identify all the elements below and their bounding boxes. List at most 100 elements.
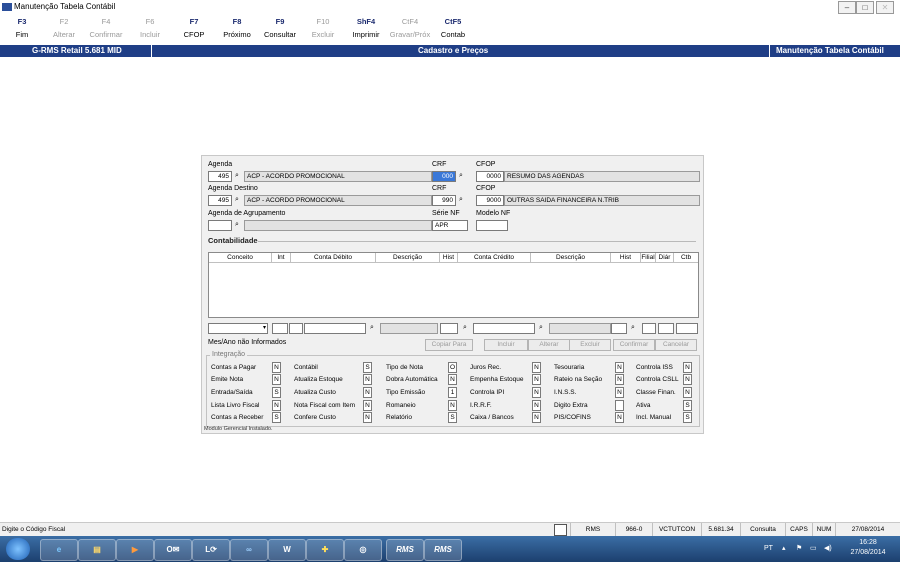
word-icon[interactable]: W (268, 539, 306, 561)
rms-app-icon-1[interactable]: RMS (386, 539, 424, 561)
minimize-button[interactable]: – (838, 1, 856, 14)
conta-debito-input[interactable] (304, 323, 366, 334)
network-icon[interactable]: ▭ (810, 544, 817, 552)
conta-debito-search-icon[interactable]: ⌕ (367, 323, 377, 332)
lync-icon[interactable]: L⟳ (192, 539, 230, 561)
agenda-destino-code-input[interactable]: 495 (208, 195, 232, 206)
excluir-row-button[interactable]: Excluir (569, 339, 611, 351)
nota-fiscal-com-item-value[interactable]: N (363, 400, 372, 411)
atualiza-estoque-value[interactable]: N (363, 374, 372, 385)
fim-button[interactable]: F3 Fim (0, 17, 44, 39)
volume-icon[interactable]: ◀) (824, 544, 832, 552)
crf-destino-search-icon[interactable]: ⌕ (456, 195, 466, 204)
empenha-estoque-value[interactable]: N (532, 374, 541, 385)
crf-destino-input[interactable]: 990 (432, 195, 456, 206)
controla-ipi-value[interactable]: N (532, 387, 541, 398)
rms-app-icon-2[interactable]: RMS (424, 539, 462, 561)
atualiza-custo-value[interactable]: N (363, 387, 372, 398)
excluir-button[interactable]: F10 Excluir (301, 17, 345, 39)
inss-value[interactable]: N (615, 387, 624, 398)
media-player-icon[interactable]: ▶ (116, 539, 154, 561)
caixa-bancos-value[interactable]: N (532, 412, 541, 423)
contabilidade-grid[interactable]: Conceito Int Conta Débito Descrição Hist… (208, 252, 699, 318)
contas-a-receber-value[interactable]: S (272, 412, 281, 423)
controla-iss-value[interactable]: N (683, 362, 692, 373)
confirmar-button[interactable]: F4 Confirmar (84, 17, 128, 39)
cfop-destino-code-input[interactable]: 9000 (476, 195, 504, 206)
romaneio-value[interactable]: N (448, 400, 457, 411)
mes-ano-message: Mes/Ano não Informados (208, 339, 287, 346)
tray-arrow-icon[interactable]: ▴ (782, 544, 786, 552)
outlook-icon[interactable]: O✉ (154, 539, 192, 561)
tipo-de-nota-value[interactable]: O (448, 362, 457, 373)
cfop-button[interactable]: F7 CFOP (172, 17, 216, 39)
entrada-saida-value[interactable]: S (272, 387, 281, 398)
ativa-value[interactable]: S (683, 400, 692, 411)
modelo-nf-input[interactable] (476, 220, 508, 231)
agenda-destino-search-icon[interactable]: ⌕ (232, 195, 242, 204)
lista-livro-fiscal-value[interactable]: N (272, 400, 281, 411)
consultar-button[interactable]: F9 Consultar (258, 17, 302, 39)
confirmar-row-button[interactable]: Confirmar (613, 339, 655, 351)
clock-time[interactable]: 16:28 (848, 539, 888, 546)
start-button[interactable] (6, 538, 30, 560)
dobra-automatica-value[interactable]: N (448, 374, 457, 385)
classe-finan-value[interactable]: N (683, 387, 692, 398)
agrupamento-search-icon[interactable]: ⌕ (232, 220, 242, 229)
app-icon-infinity[interactable]: ∞ (230, 539, 268, 561)
contabil-value[interactable]: S (363, 362, 372, 373)
digito-extra-value[interactable] (615, 400, 624, 411)
language-indicator[interactable]: PT (764, 545, 773, 552)
hist-credito-input[interactable] (611, 323, 627, 334)
controla-csll-value[interactable]: N (683, 374, 692, 385)
hist-debito-input[interactable] (440, 323, 458, 334)
int-input[interactable] (272, 323, 288, 334)
close-button[interactable]: ✕ (876, 1, 894, 14)
hist-debito-search-icon[interactable]: ⌕ (460, 323, 470, 332)
cfop-code-input[interactable]: 0000 (476, 171, 504, 182)
agenda-code-input[interactable]: 495 (208, 171, 232, 182)
incluir-row-button[interactable]: Incluir (484, 339, 528, 351)
app-icon-globe[interactable]: ◎ (344, 539, 382, 561)
crf-input[interactable]: 000 (432, 171, 456, 182)
ctb-input[interactable] (676, 323, 698, 334)
internet-explorer-icon[interactable]: e (40, 539, 78, 561)
conta-credito-input[interactable] (473, 323, 535, 334)
imprimir-button[interactable]: ShF4 Imprimir (344, 17, 388, 39)
pis-cofins-value[interactable]: N (615, 412, 624, 423)
contab-button[interactable]: CtF5 Contab (431, 17, 475, 39)
crf-search-icon[interactable]: ⌕ (456, 171, 466, 180)
tesouraria-value[interactable]: N (615, 362, 624, 373)
file-explorer-icon[interactable]: ▤ (78, 539, 116, 561)
serie-nf-input[interactable]: APR (432, 220, 468, 231)
filial-input[interactable] (642, 323, 656, 334)
contas-a-pagar-value[interactable]: N (272, 362, 281, 373)
tipo-emissao-value[interactable]: 1 (448, 387, 457, 398)
cancelar-row-button[interactable]: Cancelar (655, 339, 697, 351)
proximo-button[interactable]: F8 Próximo (215, 17, 259, 39)
clock-date[interactable]: 27/08/2014 (846, 549, 890, 556)
agrupamento-code-input[interactable] (208, 220, 232, 231)
conta-debito-prefix-input[interactable] (289, 323, 303, 334)
hist-credito-search-icon[interactable]: ⌕ (628, 323, 638, 332)
confere-custo-value[interactable]: N (363, 412, 372, 423)
agenda-search-icon[interactable]: ⌕ (232, 171, 242, 180)
maximize-button[interactable]: □ (856, 1, 874, 14)
incl-manual-value[interactable]: S (683, 412, 692, 423)
diar-input[interactable] (658, 323, 674, 334)
alterar-row-button[interactable]: Alterar (528, 339, 570, 351)
irrf-value[interactable]: N (532, 400, 541, 411)
relatorio-value[interactable]: S (448, 412, 457, 423)
gravar-proximo-button[interactable]: CtF4 Gravar/Próx (388, 17, 432, 39)
incluir-button[interactable]: F6 Incluir (128, 17, 172, 39)
main-panel: Agenda 495 ⌕ ACP - ACORDO PROMOCIONAL CR… (201, 155, 704, 434)
copiar-para-button[interactable]: Copiar Para (425, 339, 473, 351)
flag-icon[interactable]: ⚑ (796, 544, 802, 552)
emite-nota-value[interactable]: N (272, 374, 281, 385)
rateio-na-secao-value[interactable]: N (615, 374, 624, 385)
alterar-button[interactable]: F2 Alterar (42, 17, 86, 39)
conceito-select[interactable]: ▾ (208, 323, 268, 334)
app-icon-plus[interactable]: ✚ (306, 539, 344, 561)
conta-credito-search-icon[interactable]: ⌕ (536, 323, 546, 332)
juros-rec-value[interactable]: N (532, 362, 541, 373)
